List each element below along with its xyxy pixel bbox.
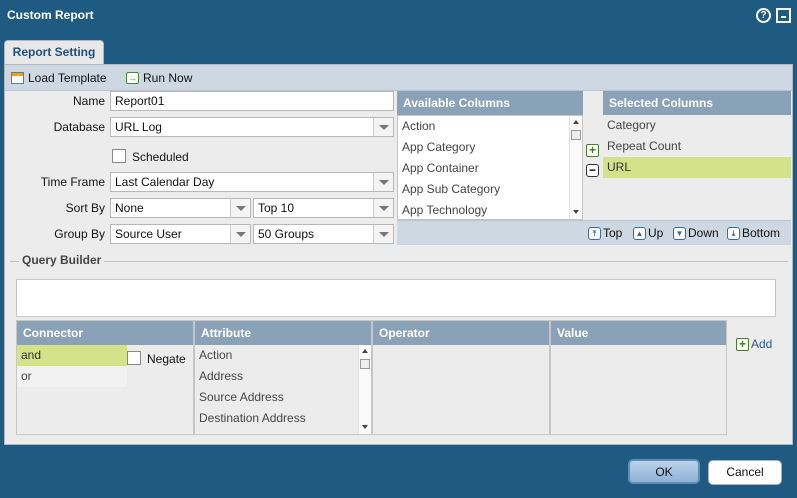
selected-columns-header: Selected Columns xyxy=(603,91,791,115)
dialog-titlebar: Custom Report ? xyxy=(0,0,797,32)
add-query-button[interactable]: + Add xyxy=(736,337,772,351)
available-columns-header: Available Columns xyxy=(397,91,583,115)
move-down-button[interactable]: ▼ Down xyxy=(673,226,719,240)
list-item[interactable]: App Container xyxy=(398,158,582,179)
list-item[interactable]: Destination Address xyxy=(195,408,371,429)
list-item[interactable]: Action xyxy=(195,345,371,366)
negate-checkbox[interactable] xyxy=(127,351,141,365)
attribute-header: Attribute xyxy=(195,321,371,345)
sortby-select[interactable]: None xyxy=(110,198,251,218)
scheduled-label: Scheduled xyxy=(132,150,189,164)
timeframe-value: Last Calendar Day xyxy=(115,175,215,189)
scrollbar[interactable] xyxy=(569,116,582,219)
groupby-count-select[interactable]: 50 Groups xyxy=(253,224,394,244)
database-select[interactable]: URL Log xyxy=(110,117,394,137)
list-item[interactable]: Action xyxy=(398,116,582,137)
connector-and[interactable]: and xyxy=(17,345,127,366)
scheduled-checkbox[interactable] xyxy=(112,149,126,163)
database-label: Database xyxy=(53,120,105,134)
groupby-label: Group By xyxy=(54,227,105,241)
available-columns-list[interactable]: Action App Category App Container App Su… xyxy=(397,115,583,220)
connector-or[interactable]: or xyxy=(17,366,127,387)
negate-label: Negate xyxy=(147,352,186,366)
name-label: Name xyxy=(72,94,105,108)
remove-column-icon[interactable]: − xyxy=(586,164,599,177)
list-item[interactable]: Repeat Count xyxy=(603,136,791,157)
sortby-top-value: Top 10 xyxy=(258,201,295,215)
custom-report-dialog: Custom Report ? Report Setting Load Temp… xyxy=(0,0,797,498)
run-arrow-icon: → xyxy=(126,72,139,84)
help-icon[interactable]: ? xyxy=(756,8,771,23)
dialog-title: Custom Report xyxy=(7,8,94,22)
query-builder-title: Query Builder xyxy=(19,253,105,267)
chevron-down-icon[interactable] xyxy=(373,173,393,191)
timeframe-label: Time Frame xyxy=(40,175,105,189)
add-column-icon[interactable]: + xyxy=(586,144,599,157)
value-column: Value xyxy=(550,320,727,435)
connector-header: Connector xyxy=(17,321,193,345)
attribute-list[interactable]: Action Address Source Address Destinatio… xyxy=(195,345,371,434)
scrollbar[interactable] xyxy=(358,345,371,434)
query-textarea[interactable] xyxy=(16,279,776,317)
attribute-column: Attribute Action Address Source Address … xyxy=(194,320,372,435)
move-top-button[interactable]: ⤒ Top xyxy=(588,226,622,240)
load-template-label: Load Template xyxy=(28,71,107,85)
arrow-up-icon: ▲ xyxy=(633,226,646,240)
value-header: Value xyxy=(551,321,726,345)
list-item[interactable]: Source Address xyxy=(195,387,371,408)
sortby-top-select[interactable]: Top 10 xyxy=(253,198,394,218)
timeframe-select[interactable]: Last Calendar Day xyxy=(110,172,394,192)
chevron-down-icon[interactable] xyxy=(373,225,393,243)
connector-column: Connector and or Negate xyxy=(16,320,194,435)
chevron-down-icon[interactable] xyxy=(230,199,250,217)
run-now-label: Run Now xyxy=(143,71,193,85)
run-now-button[interactable]: → Run Now xyxy=(126,71,192,85)
move-bottom-button[interactable]: ⤓ Bottom xyxy=(727,226,780,240)
list-item[interactable]: App Sub Category xyxy=(398,179,582,200)
chevron-down-icon[interactable] xyxy=(373,199,393,217)
minimize-icon[interactable] xyxy=(776,8,791,23)
operator-header: Operator xyxy=(373,321,549,345)
report-setting-panel: Load Template → Run Now Name Report01 Da… xyxy=(4,64,793,445)
add-label: Add xyxy=(751,337,773,351)
load-template-button[interactable]: Load Template xyxy=(11,71,107,85)
chevron-down-icon[interactable] xyxy=(230,225,250,243)
list-item[interactable]: Address xyxy=(195,366,371,387)
operator-column: Operator xyxy=(372,320,550,435)
list-item-selected[interactable]: URL xyxy=(603,157,791,178)
groupby-select[interactable]: Source User xyxy=(110,224,251,244)
add-icon: + xyxy=(736,337,749,351)
ok-button[interactable]: OK xyxy=(628,459,700,484)
tab-report-setting[interactable]: Report Setting xyxy=(4,40,104,65)
toolbar: Load Template → Run Now xyxy=(5,65,792,91)
list-item[interactable]: App Category xyxy=(398,137,582,158)
groupby-count-value: 50 Groups xyxy=(258,227,315,241)
column-move-bar: ⤒ Top ▲ Up ▼ Down ⤓ Bottom xyxy=(397,220,791,245)
list-item[interactable]: Category xyxy=(603,115,791,136)
sortby-label: Sort By xyxy=(65,201,105,215)
move-bottom-icon: ⤓ xyxy=(727,226,740,240)
chevron-down-icon[interactable] xyxy=(373,118,393,136)
move-top-icon: ⤒ xyxy=(588,226,601,240)
template-icon xyxy=(11,72,24,84)
arrow-down-icon: ▼ xyxy=(673,226,686,240)
sortby-value: None xyxy=(115,201,144,215)
query-builder-grid: Connector and or Negate Attribute Action… xyxy=(16,320,727,435)
name-input[interactable]: Report01 xyxy=(110,91,394,111)
list-item[interactable]: App Technology xyxy=(398,200,582,219)
groupby-value: Source User xyxy=(115,227,182,241)
database-value: URL Log xyxy=(115,120,162,134)
move-up-button[interactable]: ▲ Up xyxy=(633,226,663,240)
selected-columns-list[interactable]: Category Repeat Count URL xyxy=(603,115,791,220)
cancel-button[interactable]: Cancel xyxy=(708,460,782,485)
